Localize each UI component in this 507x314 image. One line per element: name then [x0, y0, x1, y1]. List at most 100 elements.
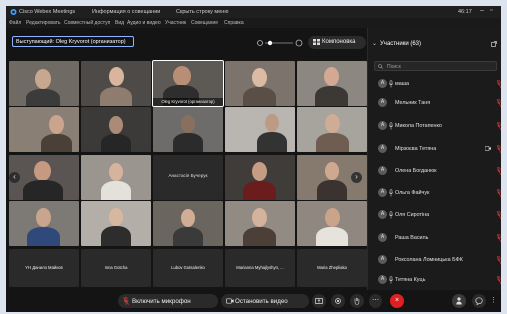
menu-help[interactable]: Справка — [224, 20, 244, 26]
menu-edit[interactable]: Редактировать — [26, 20, 61, 26]
more-options-button[interactable]: ⋯ — [369, 294, 382, 308]
video-tile-camera-off[interactable]: Анастасія Бучерук — [153, 155, 223, 200]
participant-face — [35, 69, 51, 89]
tile-name: Marianna Myhajlyshyn, ... — [236, 265, 284, 270]
avatar: A — [378, 275, 387, 284]
menu-meeting[interactable]: Совещание — [191, 20, 218, 26]
video-tile[interactable] — [9, 107, 79, 152]
participant-row[interactable]: A маша — [368, 76, 501, 94]
minimize-icon[interactable]: – — [480, 7, 484, 14]
video-tile-camera-off[interactable]: Marianna Myhajlyshyn, ... — [225, 249, 295, 287]
menu-audio-video[interactable]: Аудио и видео — [127, 20, 161, 26]
video-tile[interactable] — [81, 155, 151, 200]
zoom-slider[interactable] — [256, 38, 304, 48]
video-tile[interactable] — [297, 107, 367, 152]
muted-mic-icon[interactable] — [497, 256, 501, 264]
avatar: A — [378, 79, 387, 88]
title-bar: Cisco Webex Meetings Информация о совеща… — [6, 6, 501, 18]
meeting-info-button[interactable]: Информация о совещании — [92, 9, 160, 15]
share-button[interactable] — [312, 294, 326, 308]
mic-icon — [389, 80, 393, 88]
avatar: A — [378, 210, 387, 219]
popout-icon[interactable] — [491, 41, 497, 47]
menu-participant[interactable]: Участник — [165, 20, 186, 26]
mic-icon — [389, 189, 393, 197]
muted-mic-icon[interactable] — [497, 276, 501, 284]
participant-face — [325, 208, 340, 227]
tile-name: Lubov Gutsalenko — [171, 265, 205, 270]
video-tile[interactable] — [225, 61, 295, 106]
participant-body — [100, 87, 132, 106]
video-tile-camera-off[interactable]: Maria Zhepliaka — [297, 249, 367, 287]
participant-face — [181, 209, 195, 227]
video-tile[interactable] — [225, 201, 295, 246]
video-tile[interactable] — [81, 107, 151, 152]
video-tile-camera-off[interactable]: Lubov Gutsalenko — [153, 249, 223, 287]
video-tile[interactable] — [9, 201, 79, 246]
previous-page-arrow[interactable]: ‹ — [9, 172, 20, 183]
maximize-icon[interactable]: ▫ — [490, 7, 492, 14]
video-tile[interactable] — [297, 201, 367, 246]
video-tile[interactable] — [81, 201, 151, 246]
collapse-chevron-icon[interactable]: ⌄ — [372, 40, 377, 47]
tile-name: Oleg Kryvorot (организатор) — [153, 98, 223, 106]
layout-button[interactable]: Компоновка — [308, 36, 366, 49]
avatar: A — [378, 255, 387, 264]
participant-row[interactable]: A Оля Сиротіна — [368, 207, 501, 225]
more-vertical-icon[interactable]: ⋮ — [490, 296, 497, 304]
muted-mic-icon[interactable] — [497, 234, 501, 242]
muted-mic-icon[interactable] — [497, 145, 501, 153]
participant-name: маша — [395, 81, 410, 87]
participant-row[interactable]: A Роксолана Ломницька БФК — [368, 252, 501, 270]
video-tile-host[interactable]: Oleg Kryvorot (организатор) — [152, 60, 224, 107]
active-speaker-indicator: Выступающий: Oleg Kryvorot (организатор) — [12, 36, 134, 47]
participant-body — [26, 89, 60, 106]
video-tile[interactable] — [297, 61, 367, 106]
video-tile[interactable] — [225, 107, 295, 152]
muted-mic-icon[interactable] — [497, 189, 501, 197]
unmute-button[interactable]: Включить микрофон — [118, 294, 218, 308]
muted-mic-icon[interactable] — [497, 167, 501, 175]
muted-mic-icon[interactable] — [497, 99, 501, 107]
chat-button[interactable] — [472, 294, 486, 308]
participant-row[interactable]: A Мірзоєва Тетяна — [368, 141, 501, 159]
participant-row[interactable]: A Мельник Таня — [368, 95, 501, 113]
video-tile[interactable] — [153, 107, 223, 152]
participant-row[interactable]: A Тетяна Куць — [368, 272, 501, 290]
video-tile[interactable] — [225, 155, 295, 200]
participant-body — [316, 227, 348, 246]
hide-menu-button[interactable]: Скрыть строку меню — [176, 9, 228, 15]
participants-title: Участники (63) — [380, 41, 422, 47]
menu-share[interactable]: Совместный доступ — [64, 20, 110, 26]
video-tile-camera-off[interactable]: Inna Gotcha — [81, 249, 151, 287]
participant-face — [109, 67, 124, 86]
video-tile[interactable] — [81, 61, 151, 106]
participant-row[interactable]: A Микола Потапенко — [368, 118, 501, 136]
video-tile[interactable] — [153, 201, 223, 246]
participant-body — [173, 227, 203, 246]
video-tile[interactable] — [9, 61, 79, 106]
muted-mic-icon[interactable] — [497, 211, 501, 219]
mic-icon — [389, 276, 393, 284]
reactions-button[interactable] — [350, 294, 364, 308]
next-page-arrow[interactable]: › — [351, 172, 362, 183]
record-button[interactable] — [331, 294, 345, 308]
participants-button[interactable] — [452, 294, 466, 308]
avatar: A — [378, 144, 387, 153]
menu-file[interactable]: Файл — [9, 20, 21, 26]
muted-mic-icon[interactable] — [497, 122, 501, 130]
menu-view[interactable]: Вид — [115, 20, 124, 26]
leave-meeting-button[interactable]: × — [390, 294, 404, 308]
participant-search-input[interactable]: Поиск — [374, 61, 497, 71]
participant-body — [243, 87, 276, 106]
participant-row[interactable]: A Раша Василь — [368, 230, 501, 248]
participant-row[interactable]: A Олена Богданюк — [368, 163, 501, 181]
participant-row[interactable]: A Ольга Файчук — [368, 185, 501, 203]
participant-name: Раша Василь — [395, 235, 429, 241]
participant-body — [23, 180, 63, 200]
tile-name: YH Данило Майков — [25, 265, 63, 270]
chat-icon — [475, 297, 483, 305]
video-tile-camera-off[interactable]: YH Данило Майков — [9, 249, 79, 287]
muted-mic-icon[interactable] — [497, 80, 501, 88]
stop-video-button[interactable]: Остановить видео — [221, 294, 309, 308]
